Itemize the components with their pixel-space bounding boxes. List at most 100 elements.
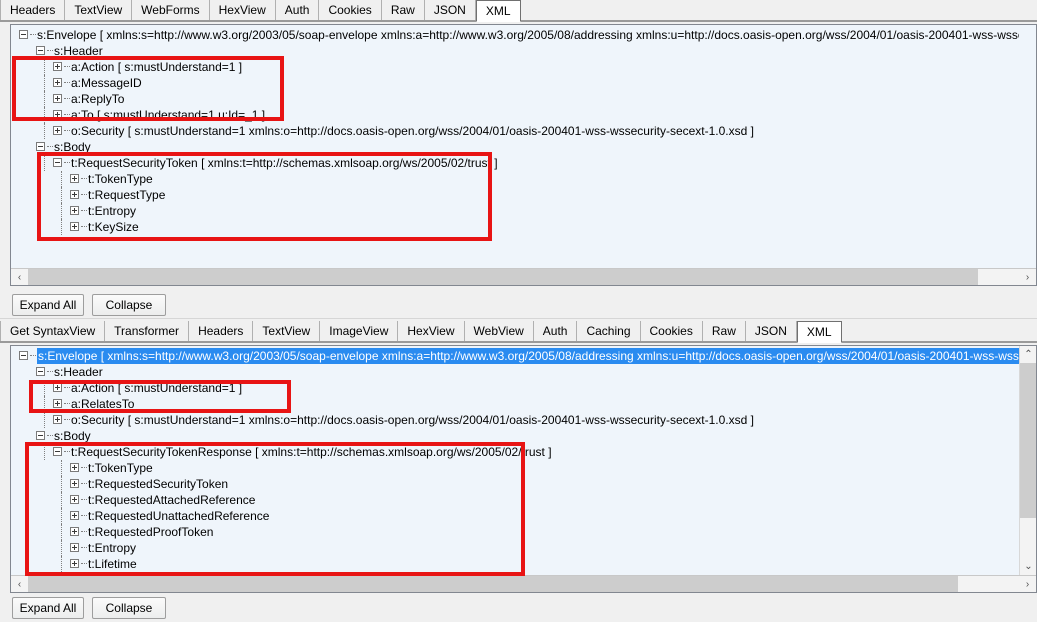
expand-node-icon[interactable] bbox=[53, 383, 62, 392]
tab-raw[interactable]: Raw bbox=[381, 0, 425, 21]
top-horizontal-scrollbar[interactable]: ‹ › bbox=[11, 268, 1036, 285]
tab-caching[interactable]: Caching bbox=[577, 321, 641, 342]
tab-hexview[interactable]: HexView bbox=[398, 321, 465, 342]
tree-node[interactable]: a:RelatesTo bbox=[11, 396, 1019, 412]
tab-auth[interactable]: Auth bbox=[533, 321, 578, 342]
top-hscroll-track[interactable] bbox=[28, 268, 1019, 285]
collapse-node-icon[interactable] bbox=[53, 447, 62, 456]
expand-node-icon[interactable] bbox=[53, 415, 62, 424]
tab-headers[interactable]: Headers bbox=[189, 321, 254, 342]
top-pane-tabstrip[interactable]: Headers TextView WebForms HexView Auth Cookie… bbox=[0, 0, 1037, 22]
tree-node[interactable]: t:RequestedUnattachedReference bbox=[11, 508, 1019, 524]
bottom-hscroll-thumb[interactable] bbox=[28, 575, 958, 592]
tree-node[interactable]: s:Body bbox=[11, 139, 1019, 155]
collapse-node-icon[interactable] bbox=[19, 30, 28, 39]
tab-json[interactable]: JSON bbox=[745, 321, 797, 342]
tree-node[interactable]: t:Entropy bbox=[11, 540, 1019, 556]
tree-node[interactable]: t:KeySize bbox=[11, 219, 1019, 235]
expand-node-icon[interactable] bbox=[70, 463, 79, 472]
bottom-vscroll-track[interactable] bbox=[1020, 363, 1036, 558]
expand-node-icon[interactable] bbox=[53, 78, 62, 87]
scroll-left-icon[interactable]: ‹ bbox=[11, 268, 28, 285]
tree-node[interactable]: t:RequestedAttachedReference bbox=[11, 492, 1019, 508]
tree-node[interactable]: t:RequestSecurityToken [ xmlns:t=http://… bbox=[11, 155, 1019, 171]
bottom-vscroll-thumb[interactable] bbox=[1020, 363, 1036, 518]
tree-node[interactable]: a:To [ s:mustUnderstand=1 u:Id=_1 ] bbox=[11, 107, 1019, 123]
tree-node-label: t:TokenType bbox=[88, 172, 153, 186]
top-hscroll-thumb[interactable] bbox=[28, 268, 978, 285]
tree-node-label: s:Header bbox=[54, 44, 103, 58]
expand-node-icon[interactable] bbox=[53, 399, 62, 408]
top-collapse-button[interactable]: Collapse bbox=[92, 294, 166, 316]
tab-transformer[interactable]: Transformer bbox=[105, 321, 190, 342]
expand-node-icon[interactable] bbox=[70, 174, 79, 183]
expand-node-icon[interactable] bbox=[70, 190, 79, 199]
tree-node[interactable]: o:Security [ s:mustUnderstand=1 xmlns:o=… bbox=[11, 412, 1019, 428]
expand-node-icon[interactable] bbox=[70, 206, 79, 215]
bottom-pane-tabstrip[interactable]: Get SyntaxView Transformer Headers TextView… bbox=[0, 321, 1037, 343]
collapse-node-icon[interactable] bbox=[36, 367, 45, 376]
tree-node[interactable]: o:Security [ s:mustUnderstand=1 xmlns:o=… bbox=[11, 123, 1019, 139]
expand-node-icon[interactable] bbox=[53, 62, 62, 71]
bottom-horizontal-scrollbar[interactable]: ‹ › bbox=[11, 575, 1036, 592]
tree-connector-line bbox=[61, 460, 62, 476]
tree-node[interactable]: t:TokenType bbox=[11, 171, 1019, 187]
tree-node[interactable]: t:Lifetime bbox=[11, 556, 1019, 572]
tab-textview[interactable]: TextView bbox=[65, 0, 133, 21]
tree-node[interactable]: t:RequestedSecurityToken bbox=[11, 476, 1019, 492]
expand-node-icon[interactable] bbox=[70, 479, 79, 488]
expand-node-icon[interactable] bbox=[53, 126, 62, 135]
top-expand-all-button[interactable]: Expand All bbox=[12, 294, 84, 316]
tab-cookies[interactable]: Cookies bbox=[319, 0, 382, 21]
tab-json[interactable]: JSON bbox=[424, 0, 476, 21]
scroll-left-icon[interactable]: ‹ bbox=[11, 575, 28, 592]
collapse-node-icon[interactable] bbox=[36, 431, 45, 440]
tab-hexview[interactable]: HexView bbox=[209, 0, 276, 21]
tree-node[interactable]: s:Envelope [ xmlns:s=http://www.w3.org/2… bbox=[11, 27, 1019, 43]
tree-node[interactable]: t:TokenType bbox=[11, 460, 1019, 476]
expand-node-icon[interactable] bbox=[70, 495, 79, 504]
tab-headers[interactable]: Headers bbox=[0, 0, 66, 21]
tab-xml[interactable]: XML bbox=[475, 0, 521, 22]
tree-node[interactable]: s:Body bbox=[11, 428, 1019, 444]
collapse-node-icon[interactable] bbox=[19, 351, 28, 360]
scroll-right-icon[interactable]: › bbox=[1019, 268, 1036, 285]
tab-auth[interactable]: Auth bbox=[275, 0, 320, 21]
expand-node-icon[interactable] bbox=[70, 222, 79, 231]
scroll-up-icon[interactable]: ⌃ bbox=[1020, 346, 1036, 363]
tree-node[interactable]: s:Header bbox=[11, 364, 1019, 380]
tab-webview[interactable]: WebView bbox=[464, 321, 534, 342]
tree-node[interactable]: s:Envelope [ xmlns:s=http://www.w3.org/2… bbox=[11, 348, 1019, 364]
tree-node[interactable]: a:Action [ s:mustUnderstand=1 ] bbox=[11, 59, 1019, 75]
bottom-collapse-button[interactable]: Collapse bbox=[92, 597, 166, 619]
expand-node-icon[interactable] bbox=[53, 110, 62, 119]
tab-imageview[interactable]: ImageView bbox=[320, 321, 399, 342]
tab-cookies[interactable]: Cookies bbox=[640, 321, 703, 342]
tab-get-syntaxview[interactable]: Get SyntaxView bbox=[0, 321, 106, 342]
tab-webforms[interactable]: WebForms bbox=[132, 0, 210, 21]
tree-node[interactable]: a:Action [ s:mustUnderstand=1 ] bbox=[11, 380, 1019, 396]
bottom-expand-all-button[interactable]: Expand All bbox=[12, 597, 84, 619]
tree-node[interactable]: a:MessageID bbox=[11, 75, 1019, 91]
scroll-right-icon[interactable]: › bbox=[1019, 575, 1036, 592]
tree-node[interactable]: s:Header bbox=[11, 43, 1019, 59]
collapse-node-icon[interactable] bbox=[53, 158, 62, 167]
bottom-vertical-scrollbar[interactable]: ⌃ ⌄ bbox=[1019, 346, 1036, 575]
tree-node[interactable]: t:RequestType bbox=[11, 187, 1019, 203]
collapse-node-icon[interactable] bbox=[36, 142, 45, 151]
expand-node-icon[interactable] bbox=[70, 543, 79, 552]
tab-raw[interactable]: Raw bbox=[702, 321, 746, 342]
expand-node-icon[interactable] bbox=[70, 559, 79, 568]
tree-node[interactable]: t:RequestedProofToken bbox=[11, 524, 1019, 540]
expand-node-icon[interactable] bbox=[70, 511, 79, 520]
collapse-node-icon[interactable] bbox=[36, 46, 45, 55]
tab-xml[interactable]: XML bbox=[796, 321, 842, 343]
tree-node[interactable]: a:ReplyTo bbox=[11, 91, 1019, 107]
tree-node[interactable]: t:Entropy bbox=[11, 203, 1019, 219]
tree-node[interactable]: t:RequestSecurityTokenResponse [ xmlns:t… bbox=[11, 444, 1019, 460]
tab-textview[interactable]: TextView bbox=[253, 321, 321, 342]
scroll-down-icon[interactable]: ⌄ bbox=[1020, 558, 1036, 575]
expand-node-icon[interactable] bbox=[53, 94, 62, 103]
bottom-hscroll-track[interactable] bbox=[28, 575, 1019, 592]
expand-node-icon[interactable] bbox=[70, 527, 79, 536]
